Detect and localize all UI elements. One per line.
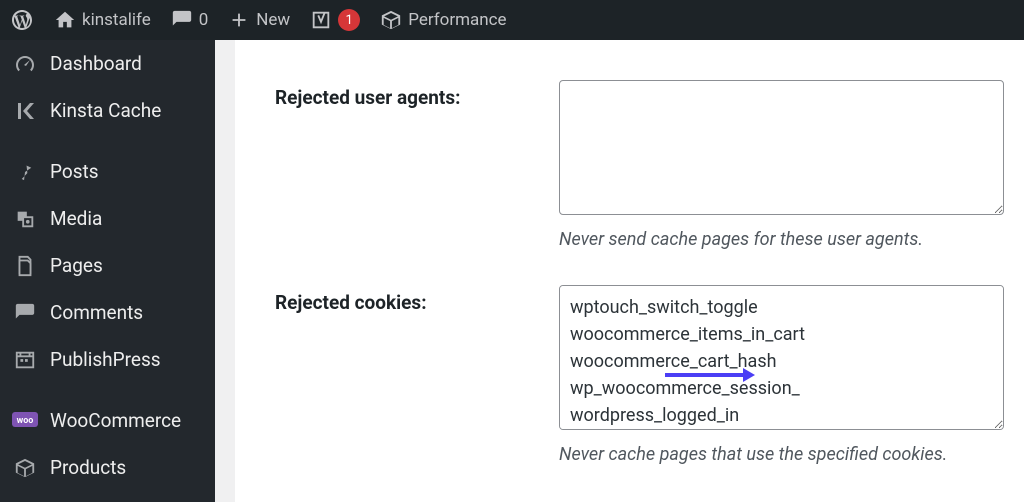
new-label: New bbox=[256, 10, 290, 30]
rejected-cookies-label: Rejected cookies: bbox=[275, 285, 559, 314]
sidebar-item-label: Media bbox=[50, 207, 102, 230]
sidebar-item-label: WooCommerce bbox=[50, 409, 181, 432]
sidebar-item-label: PublishPress bbox=[50, 348, 161, 371]
comment-icon bbox=[12, 302, 38, 324]
sidebar-item-posts[interactable]: Posts bbox=[0, 148, 215, 195]
home-icon bbox=[54, 9, 76, 31]
new-content-link[interactable]: New bbox=[218, 0, 300, 40]
rejected-user-agents-help: Never send cache pages for these user ag… bbox=[559, 229, 1004, 250]
sidebar-separator bbox=[0, 134, 215, 148]
dashboard-icon bbox=[12, 52, 38, 76]
sidebar-item-media[interactable]: Media bbox=[0, 195, 215, 242]
comments-link[interactable]: 0 bbox=[161, 0, 219, 40]
comments-count: 0 bbox=[199, 10, 209, 30]
sidebar-item-pages[interactable]: Pages bbox=[0, 242, 215, 289]
sidebar-separator bbox=[0, 383, 215, 397]
sidebar-item-kinsta-cache[interactable]: Kinsta Cache bbox=[0, 87, 215, 134]
media-icon bbox=[12, 208, 38, 230]
pin-icon bbox=[12, 161, 38, 183]
wp-logo[interactable] bbox=[0, 0, 44, 40]
sidebar-item-dashboard[interactable]: Dashboard bbox=[0, 40, 215, 87]
cube-icon bbox=[380, 9, 402, 31]
publishpress-icon bbox=[12, 349, 38, 371]
sidebar-item-products[interactable]: Products bbox=[0, 444, 215, 491]
settings-content: Rejected user agents: Never send cache p… bbox=[215, 40, 1024, 502]
comment-bubble-icon bbox=[171, 9, 193, 31]
sidebar-item-label: Comments bbox=[50, 301, 143, 324]
products-icon bbox=[12, 457, 38, 479]
site-title: kinstalife bbox=[82, 10, 151, 30]
site-link[interactable]: kinstalife bbox=[44, 0, 161, 40]
sidebar-item-woocommerce[interactable]: woo WooCommerce bbox=[0, 397, 215, 444]
sidebar-item-comments[interactable]: Comments bbox=[0, 289, 215, 336]
rejected-cookies-textarea[interactable] bbox=[559, 285, 1004, 430]
sidebar-item-label: Dashboard bbox=[50, 52, 142, 75]
kinsta-icon bbox=[12, 99, 38, 123]
woocommerce-icon: woo bbox=[12, 412, 38, 430]
sidebar-item-publishpress[interactable]: PublishPress bbox=[0, 336, 215, 383]
row-rejected-user-agents: Rejected user agents: Never send cache p… bbox=[275, 80, 1004, 250]
pages-icon bbox=[12, 255, 38, 277]
admin-sidebar: Dashboard Kinsta Cache Posts Media Pages… bbox=[0, 40, 215, 502]
row-rejected-cookies: Rejected cookies: Never cache pages that… bbox=[275, 285, 1004, 465]
rejected-user-agents-label: Rejected user agents: bbox=[275, 80, 559, 109]
plus-icon bbox=[228, 9, 250, 31]
sidebar-item-label: Kinsta Cache bbox=[50, 99, 161, 122]
performance-link[interactable]: Performance bbox=[370, 0, 516, 40]
svg-text:woo: woo bbox=[17, 416, 34, 426]
sidebar-item-label: Products bbox=[50, 456, 126, 479]
yoast-link[interactable]: 1 bbox=[300, 0, 370, 40]
performance-label: Performance bbox=[408, 10, 506, 30]
sidebar-item-label: Posts bbox=[50, 160, 99, 183]
rejected-cookies-help: Never cache pages that use the specified… bbox=[559, 444, 1004, 465]
yoast-notification-badge: 1 bbox=[338, 9, 360, 31]
yoast-icon bbox=[310, 9, 332, 31]
admin-bar: kinstalife 0 New 1 Performance bbox=[0, 0, 1024, 40]
sidebar-item-label: Pages bbox=[50, 254, 103, 277]
content-gutter bbox=[215, 40, 235, 502]
wordpress-icon bbox=[10, 8, 34, 32]
rejected-user-agents-textarea[interactable] bbox=[559, 80, 1004, 215]
